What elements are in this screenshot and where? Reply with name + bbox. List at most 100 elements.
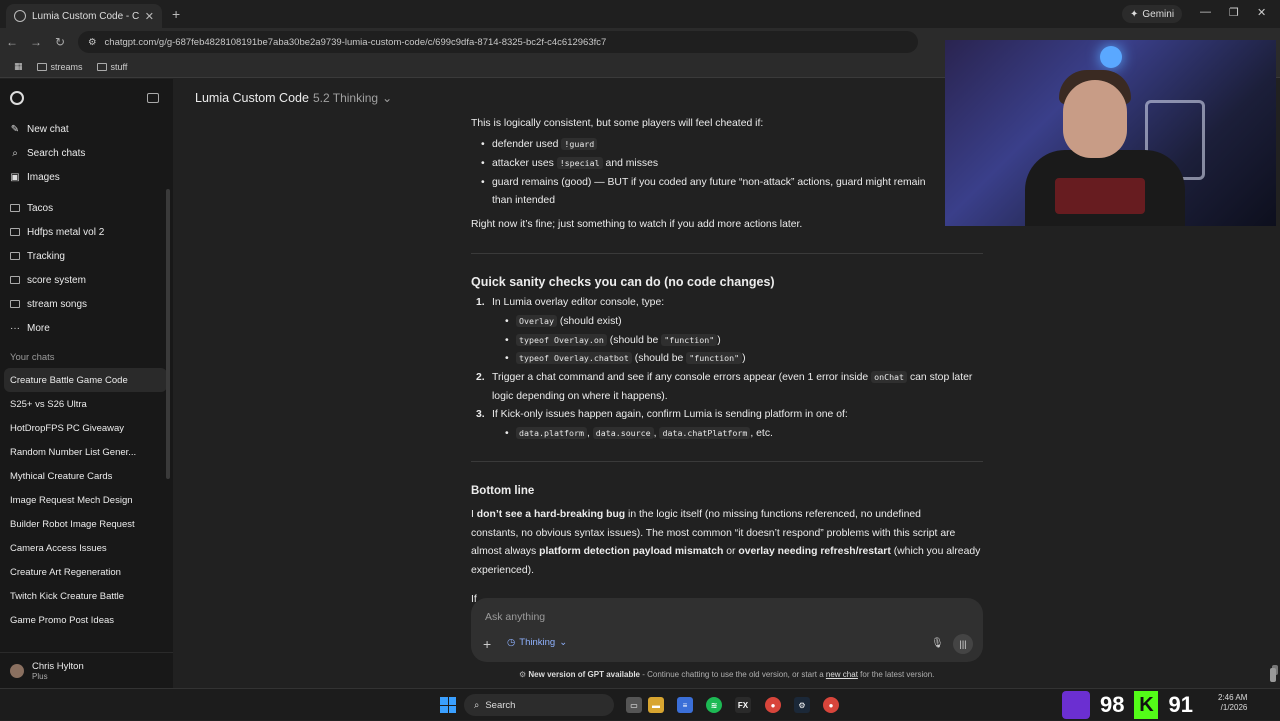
folder-icon: [10, 276, 20, 284]
images-label: Images: [27, 171, 60, 183]
bookmark-streams[interactable]: streams: [36, 61, 83, 72]
project-item[interactable]: Hdfps metal vol 2: [0, 220, 173, 244]
folder-icon: [96, 62, 107, 71]
microphone-icon[interactable]: 🎙: [931, 638, 944, 649]
bottom-line-text: I don’t see a hard-breaking bug in the l…: [471, 509, 921, 520]
bottom-line-text: experienced).: [471, 565, 534, 576]
url-text: chatgpt.com/g/g-687feb4828108191be7aba30…: [104, 36, 607, 48]
sidebar: ✎ New chat ⌕ Search chats ▣ Images Tacos Hd…: [0, 79, 173, 688]
voice-mode-icon[interactable]: |||: [953, 634, 973, 654]
chat-item[interactable]: S25+ vs S26 Ultra: [0, 392, 173, 416]
list-item: typeof Overlay.on (should be "function"): [505, 333, 721, 348]
twitch-score: 98: [1100, 692, 1125, 717]
thinking-mode-button[interactable]: ◷ Thinking ⌄: [507, 637, 567, 648]
kick-icon: K: [1134, 691, 1159, 719]
project-item[interactable]: Tracking: [0, 244, 173, 268]
your-chats-heading: Your chats: [10, 351, 55, 363]
image-icon: ▣: [10, 171, 20, 183]
close-window-icon[interactable]: ✕: [1257, 6, 1266, 19]
forward-icon[interactable]: →: [24, 35, 48, 49]
new-chat-button[interactable]: ✎ New chat: [0, 117, 173, 141]
stream-scoreboard: 98 K 91: [1062, 689, 1193, 721]
url-field[interactable]: ⚙ chatgpt.com/g/g-687feb4828108191be7aba…: [78, 31, 918, 53]
clock-date: /1/2026: [1220, 703, 1248, 713]
browser-tab[interactable]: Lumia Custom Code - Creature ✕: [6, 4, 162, 28]
chat-item[interactable]: Twitch Kick Creature Battle: [0, 584, 173, 608]
list-item-continuation: than intended: [492, 195, 555, 206]
file-explorer-icon[interactable]: ▬: [648, 697, 664, 713]
info-icon: ⚙: [519, 670, 529, 679]
search-chats-label: Search chats: [27, 147, 86, 159]
system-clock[interactable]: 2:46 AM /1/2026: [1218, 693, 1247, 714]
streamer-face: [1063, 80, 1127, 158]
new-tab-icon[interactable]: +: [172, 6, 180, 22]
toggle-sidebar-icon[interactable]: [147, 93, 159, 103]
windows-start-icon[interactable]: [440, 697, 456, 713]
bookmark-stuff[interactable]: stuff: [96, 62, 127, 72]
chrome-active-icon[interactable]: ●: [823, 697, 839, 713]
check-3: If Kick-only issues happen again, confir…: [492, 409, 848, 420]
chat-item[interactable]: Creature Art Regeneration: [0, 560, 173, 584]
project-item[interactable]: Tacos: [0, 196, 173, 220]
search-chats-button[interactable]: ⌕ Search chats: [0, 141, 173, 165]
close-tab-icon[interactable]: ✕: [145, 10, 154, 23]
bottom-line-text: constants, no obvious syntax issues). Th…: [471, 528, 956, 539]
checks-heading: Quick sanity checks you can do (no code …: [471, 275, 775, 289]
sidebar-scrollbar[interactable]: [166, 189, 170, 479]
task-view-icon[interactable]: ▭: [626, 697, 642, 713]
taskbar: ⌕ Search ▭ ▬ ≡ ≋ FX ● ⚙ ● 98 K 91 2:46 AM…: [0, 688, 1280, 720]
apps-icon[interactable]: ▦: [14, 61, 23, 72]
gemini-label: Gemini: [1142, 8, 1175, 20]
chat-item[interactable]: Game Promo Post Ideas: [0, 608, 173, 632]
chat-item[interactable]: Image Request Mech Design: [0, 488, 173, 512]
gemini-button[interactable]: ✦ Gemini: [1122, 5, 1183, 23]
site-info-icon[interactable]: ⚙: [88, 37, 97, 48]
tab-title: Lumia Custom Code - Creature: [32, 10, 139, 22]
chat-item-active[interactable]: Creature Battle Game Code: [4, 368, 167, 392]
images-button[interactable]: ▣ Images: [0, 165, 173, 189]
hud-fx-icon[interactable]: FX: [735, 697, 751, 713]
openai-logo-icon[interactable]: [10, 91, 24, 105]
back-icon[interactable]: ←: [0, 35, 24, 49]
clock-time: 2:46 AM: [1218, 693, 1248, 702]
restore-icon[interactable]: ❐: [1229, 6, 1239, 19]
chat-item[interactable]: Mythical Creature Cards: [0, 464, 173, 488]
list-item: guard remains (good) — BUT if you coded …: [481, 175, 926, 190]
minimize-icon[interactable]: —: [1200, 6, 1211, 18]
project-item[interactable]: stream songs: [0, 292, 173, 316]
page-scrollbar[interactable]: [1270, 668, 1276, 682]
chat-item[interactable]: Builder Robot Image Request: [0, 512, 173, 536]
taskbar-search[interactable]: ⌕ Search: [464, 694, 614, 716]
model-version: 5.2 Thinking: [312, 91, 379, 105]
notepad-icon[interactable]: ≡: [677, 697, 693, 713]
update-notice: ⚙ New version of GPT available - Continu…: [519, 670, 935, 679]
spotify-icon[interactable]: ≋: [706, 697, 722, 713]
chat-item[interactable]: Camera Access Issues: [0, 536, 173, 560]
folder-icon: [10, 228, 20, 236]
avatar: [10, 663, 24, 678]
gemini-icon: ✦: [1130, 8, 1139, 20]
chrome-icon[interactable]: ●: [765, 697, 781, 713]
model-selector[interactable]: Lumia Custom Code 5.2 Thinking ⌄: [195, 91, 392, 105]
add-attachment-icon[interactable]: +: [483, 636, 491, 652]
check-2-continuation: logic depending on where it happens).: [492, 391, 668, 402]
bookmark-label: streams: [50, 61, 83, 72]
chat-item[interactable]: Random Number List Gener...: [0, 440, 173, 464]
chevron-down-icon: ⌄: [559, 637, 568, 648]
more-button[interactable]: ··· More: [0, 316, 173, 340]
chat-item[interactable]: HotDropFPS PC Giveaway: [0, 416, 173, 440]
list-item: Overlay (should exist): [505, 314, 622, 329]
search-icon: ⌕: [474, 699, 480, 711]
list-number: 3.: [476, 409, 485, 420]
prompt-input[interactable]: [485, 608, 905, 626]
project-item[interactable]: score system: [0, 268, 173, 292]
shirt-print: [1055, 178, 1145, 214]
user-profile[interactable]: Chris Hylton Plus: [0, 652, 173, 688]
list-number: 2.: [476, 372, 485, 383]
new-chat-link[interactable]: new chat: [826, 670, 858, 679]
steam-icon[interactable]: ⚙: [794, 697, 810, 713]
reload-icon[interactable]: ↻: [48, 35, 72, 49]
watch-note: Right now it’s fine; just something to w…: [471, 219, 803, 230]
pencil-icon: ✎: [10, 123, 20, 135]
clock-icon: ◷: [507, 637, 516, 648]
